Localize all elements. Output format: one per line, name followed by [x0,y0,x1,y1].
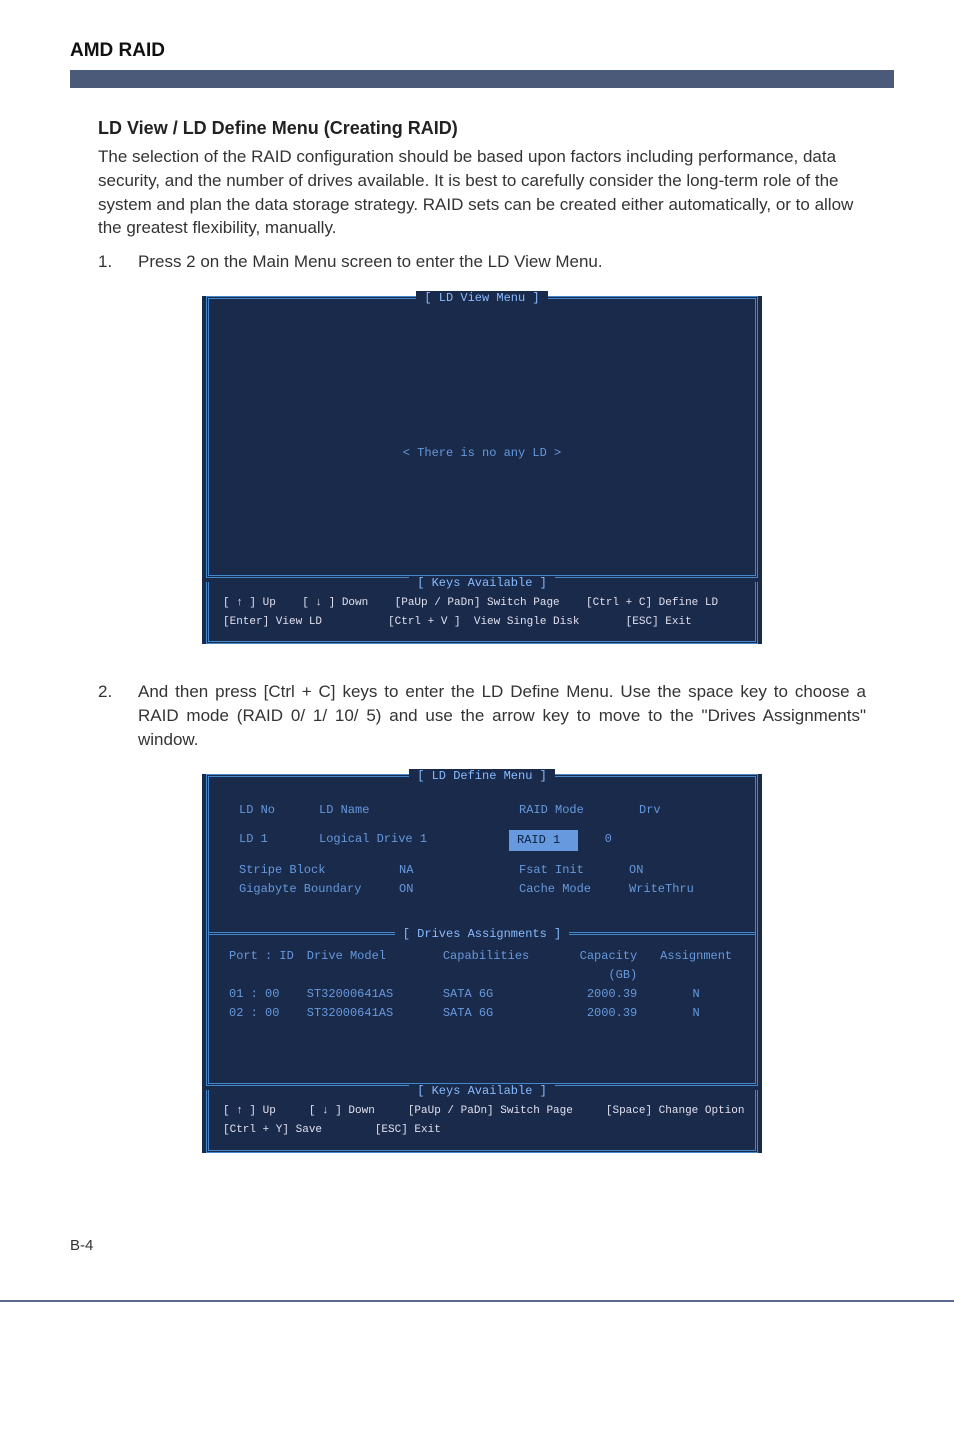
drive-row: 02 : 00 ST32000641AS SATA 6G 2000.39 N [229,1004,735,1023]
header-divider [70,70,894,88]
page-number: B-4 [70,1237,93,1254]
lbl-cache-mode: Cache Mode [519,880,629,899]
val-port: 01 : 00 [229,985,307,1004]
val-model: ST32000641AS [307,1004,443,1023]
keys-available-title: [ Keys Available ] [409,576,555,590]
val-assignment: N [657,1004,735,1023]
step-text: And then press [Ctrl + C] keys to enter … [138,680,866,751]
val-raid-mode-selected: RAID 1 [509,830,578,851]
col-drive-model: Drive Model [307,947,443,985]
bios-window-title: [ LD Define Menu ] [409,769,555,783]
no-ld-message: < There is no any LD > [403,446,561,460]
key-hint-line: [Ctrl + Y] Save [ESC] Exit [223,1121,741,1140]
val-cache-mode: WriteThru [629,880,694,899]
col-ld-name: LD Name [319,801,519,820]
val-drv: 0 [578,830,638,851]
col-capabilities: Capabilities [443,947,550,985]
bios-screenshot-ld-view: [ LD View Menu ] < There is no any LD > … [202,296,762,644]
lbl-gb-boundary: Gigabyte Boundary [239,880,399,899]
col-capacity: Capacity (GB) [550,947,657,985]
lbl-stripe-block: Stripe Block [239,861,399,880]
drives-assignments-title: [ Drives Assignments ] [395,927,569,941]
val-fast-init: ON [629,861,643,880]
val-stripe-block: NA [399,861,519,880]
col-assignment: Assignment [657,947,735,985]
drive-row: 01 : 00 ST32000641AS SATA 6G 2000.39 N [229,985,735,1004]
val-model: ST32000641AS [307,985,443,1004]
step-text: Press 2 on the Main Menu screen to enter… [138,250,866,274]
key-hint-line: [ ↑ ] Up [ ↓ ] Down [PaUp / PaDn] Switch… [223,1102,741,1121]
step-number: 1. [98,250,120,274]
step-item: 2. And then press [Ctrl + C] keys to ent… [98,680,866,751]
bios-screenshot-ld-define: [ LD Define Menu ] LD No LD Name RAID Mo… [202,774,762,1153]
col-drv: Drv [639,801,661,820]
step-item: 1. Press 2 on the Main Menu screen to en… [98,250,866,274]
key-hint-line: [ ↑ ] Up [ ↓ ] Down [PaUp / PaDn] Switch… [223,594,741,613]
val-capabilities: SATA 6G [443,1004,550,1023]
footer-divider [0,1300,954,1302]
col-port-id: Port : ID [229,947,307,985]
intro-paragraph: The selection of the RAID configuration … [98,145,866,240]
val-capacity: 2000.39 [550,1004,657,1023]
val-ld-name: Logical Drive 1 [319,830,509,851]
val-ld: LD 1 [239,830,319,851]
lbl-fast-init: Fsat Init [519,861,629,880]
val-capacity: 2000.39 [550,985,657,1004]
val-capabilities: SATA 6G [443,985,550,1004]
val-port: 02 : 00 [229,1004,307,1023]
col-ld-no: LD No [239,801,319,820]
key-hint-line: [Enter] View LD [Ctrl + V ] View Single … [223,613,741,632]
val-gb-boundary: ON [399,880,519,899]
document-title: AMD RAID [70,40,894,62]
bios-window-title: [ LD View Menu ] [416,291,547,305]
section-heading: LD View / LD Define Menu (Creating RAID) [98,118,866,139]
col-raid-mode: RAID Mode [519,801,639,820]
keys-available-title: [ Keys Available ] [409,1084,555,1098]
step-number: 2. [98,680,120,751]
val-assignment: N [657,985,735,1004]
drives-header-row: Port : ID Drive Model Capabilities Capac… [229,947,735,985]
